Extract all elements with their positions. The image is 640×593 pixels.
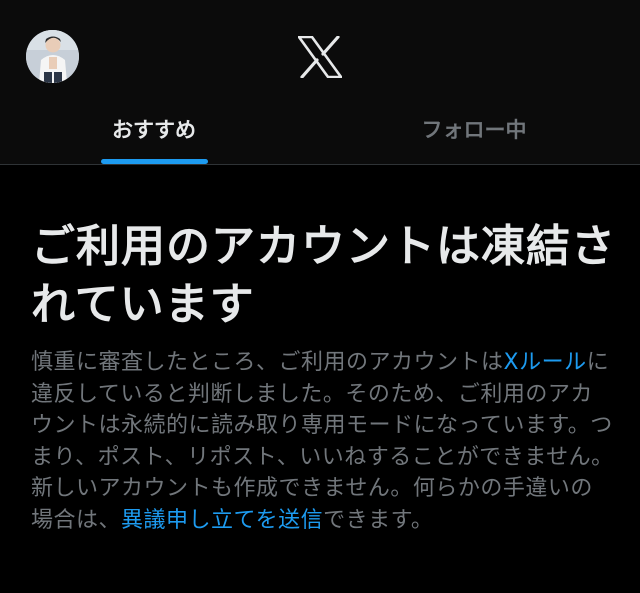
tab-for-you[interactable]: おすすめ [78,112,230,148]
x-rules-link[interactable]: Xルール [504,350,587,375]
message-text-2: に違反していると判断しました。そのため、ご利用のアカウントは永続的に読み取り専用… [31,350,614,533]
submit-appeal-link[interactable]: 異議申し立てを送信 [121,508,323,533]
suspension-title: ご利用のアカウントは凍結されています [31,221,616,330]
message-text-1: 慎重に審査したところ、ご利用のアカウントは [31,350,504,375]
user-avatar-icon [26,30,79,83]
suspension-message: 慎重に審査したところ、ご利用のアカウントはXルールに違反していると判断しました。… [31,347,615,536]
tab-following[interactable]: フォロー中 [398,112,550,148]
active-tab-indicator [101,159,208,164]
x-logo-icon[interactable] [297,35,343,79]
profile-avatar[interactable] [26,30,79,83]
top-navigation-bar: おすすめ フォロー中 [0,0,640,165]
message-text-3: できます。 [323,507,434,533]
